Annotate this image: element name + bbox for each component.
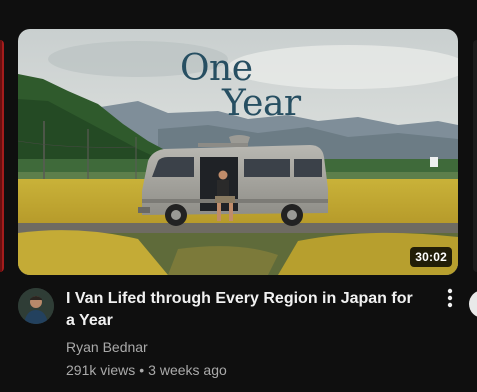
video-thumbnail[interactable]: One Year 30:02 (18, 29, 458, 275)
view-count: 291k views (66, 362, 136, 378)
overlay-title-line1: One (180, 48, 253, 89)
video-duration-badge: 30:02 (410, 247, 452, 267)
next-video-thumbnail-edge[interactable] (473, 40, 477, 272)
stats-separator: • (139, 362, 145, 378)
video-meta: I Van Lifed through Every Region in Japa… (18, 288, 458, 380)
channel-avatar[interactable] (18, 288, 54, 324)
channel-avatar-image (18, 288, 54, 324)
video-details: I Van Lifed through Every Region in Japa… (66, 288, 416, 380)
thumbnail-overlay-title: One Year (180, 48, 310, 125)
overlay-title-line2: Year (222, 83, 301, 125)
video-title-link[interactable]: I Van Lifed through Every Region in Japa… (66, 288, 416, 332)
channel-name-link[interactable]: Ryan Bednar (66, 337, 416, 357)
video-card: One Year 30:02 I Van Lifed through Every… (18, 29, 458, 380)
upload-age: 3 weeks ago (148, 362, 227, 378)
more-vert-icon (447, 288, 453, 308)
video-stats: 291k views • 3 weeks ago (66, 360, 416, 380)
next-video-avatar-edge[interactable] (469, 290, 477, 318)
previous-video-thumbnail-edge[interactable] (0, 40, 4, 272)
more-actions-button[interactable] (438, 286, 462, 310)
